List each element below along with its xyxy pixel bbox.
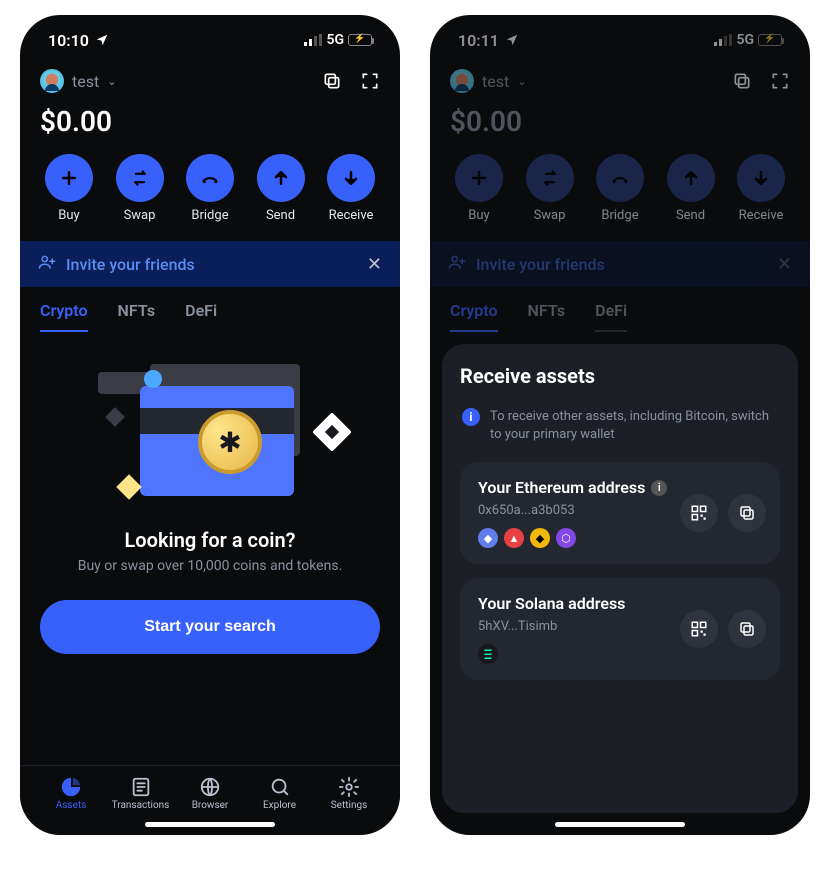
battery-icon: ⚡ [348,34,372,46]
qr-code-button[interactable] [680,494,718,532]
sol-address-title: Your Solana address [478,594,625,613]
close-icon[interactable]: ✕ [367,254,382,275]
signal-icon [714,31,732,50]
copy-icon[interactable] [732,71,752,91]
action-send[interactable]: Send [250,154,312,223]
status-bar: 10:11 5G ⚡ [430,15,810,65]
action-swap[interactable]: Swap [519,154,581,223]
scan-qr-icon[interactable] [360,71,380,91]
avatar-icon [450,69,474,93]
account-switcher[interactable]: test ⌄ [40,69,116,93]
battery-icon: ⚡ [758,34,782,46]
account-name: test [72,72,99,91]
network-label: 5G [326,32,344,48]
network-label: 5G [736,32,754,48]
action-send[interactable]: Send [660,154,722,223]
empty-state: ✱ Looking for a coin? Buy or swap over 1… [20,332,400,765]
tabs: Crypto NFTs DeFi [430,287,810,332]
action-swap[interactable]: Swap [109,154,171,223]
nav-explore[interactable]: Explore [249,776,311,811]
bottom-nav: Assets Transactions Browser Explore Sett… [20,765,400,813]
home-indicator[interactable] [20,813,400,835]
tab-nfts[interactable]: NFTs [528,301,566,332]
info-icon: i [462,408,480,426]
total-balance: $0.00 [430,103,810,150]
location-icon [505,33,519,47]
bnb-icon: ◆ [530,528,550,548]
tab-defi[interactable]: DeFi [595,301,627,332]
chevron-down-icon: ⌄ [517,75,526,88]
avalanche-icon: ▲ [504,528,524,548]
scan-qr-icon[interactable] [770,71,790,91]
tab-crypto[interactable]: Crypto [40,301,88,332]
sol-address-card[interactable]: Your Solana address 5hXV...Tisimb [460,578,780,680]
invite-banner[interactable]: Invite your friends ✕ [430,241,810,287]
invite-banner-text: Invite your friends [476,255,605,274]
chevron-down-icon: ⌄ [107,75,116,88]
action-receive[interactable]: Receive [320,154,382,223]
status-time: 10:11 [458,31,499,50]
action-buy[interactable]: Buy [38,154,100,223]
info-icon[interactable]: i [651,480,667,496]
invite-friends-icon [38,253,56,275]
eth-address-title: Your Ethereum address [478,478,645,497]
action-receive[interactable]: Receive [730,154,792,223]
eth-address-card[interactable]: Your Ethereum address i 0x650a...a3b053 … [460,462,780,564]
action-buy[interactable]: Buy [448,154,510,223]
account-name: test [482,72,509,91]
nav-settings[interactable]: Settings [318,776,380,811]
tab-crypto[interactable]: Crypto [450,301,498,332]
solana-icon [478,644,498,664]
polygon-icon: ⬡ [556,528,576,548]
start-search-button[interactable]: Start your search [40,600,380,654]
close-icon[interactable]: ✕ [777,254,792,275]
qr-code-button[interactable] [680,610,718,648]
sheet-info-text: To receive other assets, including Bitco… [490,408,778,444]
header-row: test ⌄ [430,65,810,103]
copy-address-button[interactable] [728,610,766,648]
action-row: Buy Swap Bridge Send Receive [20,150,400,237]
avatar-icon [40,69,64,93]
sheet-info-row: i To receive other assets, including Bit… [460,402,780,448]
receive-assets-sheet: Receive assets i To receive other assets… [442,344,798,813]
location-icon [95,33,109,47]
tab-defi[interactable]: DeFi [185,301,217,332]
header-row: test ⌄ [20,65,400,103]
tab-nfts[interactable]: NFTs [118,301,156,332]
status-bar: 10:10 5G ⚡ [20,15,400,65]
invite-banner-text: Invite your friends [66,255,195,274]
action-bridge[interactable]: Bridge [589,154,651,223]
sheet-title: Receive assets [460,364,780,388]
invite-banner[interactable]: Invite your friends ✕ [20,241,400,287]
phone-screen-assets: 10:10 5G ⚡ test ⌄ [20,15,400,835]
action-bridge[interactable]: Bridge [179,154,241,223]
status-time: 10:10 [48,31,89,50]
nav-browser[interactable]: Browser [179,776,241,811]
wallet-illustration: ✱ [90,360,330,510]
phone-screen-receive: 10:11 5G ⚡ test ⌄ [430,15,810,835]
copy-icon[interactable] [322,71,342,91]
nav-assets[interactable]: Assets [40,776,102,811]
copy-address-button[interactable] [728,494,766,532]
ethereum-icon: ◆ [478,528,498,548]
empty-title: Looking for a coin? [125,528,296,552]
account-switcher[interactable]: test ⌄ [450,69,526,93]
nav-transactions[interactable]: Transactions [110,776,172,811]
home-indicator[interactable] [430,813,810,835]
total-balance: $0.00 [20,103,400,150]
signal-icon [304,31,322,50]
tabs: Crypto NFTs DeFi [20,287,400,332]
empty-subtitle: Buy or swap over 10,000 coins and tokens… [78,558,343,574]
invite-friends-icon [448,253,466,275]
action-row: Buy Swap Bridge Send Receive [430,150,810,237]
